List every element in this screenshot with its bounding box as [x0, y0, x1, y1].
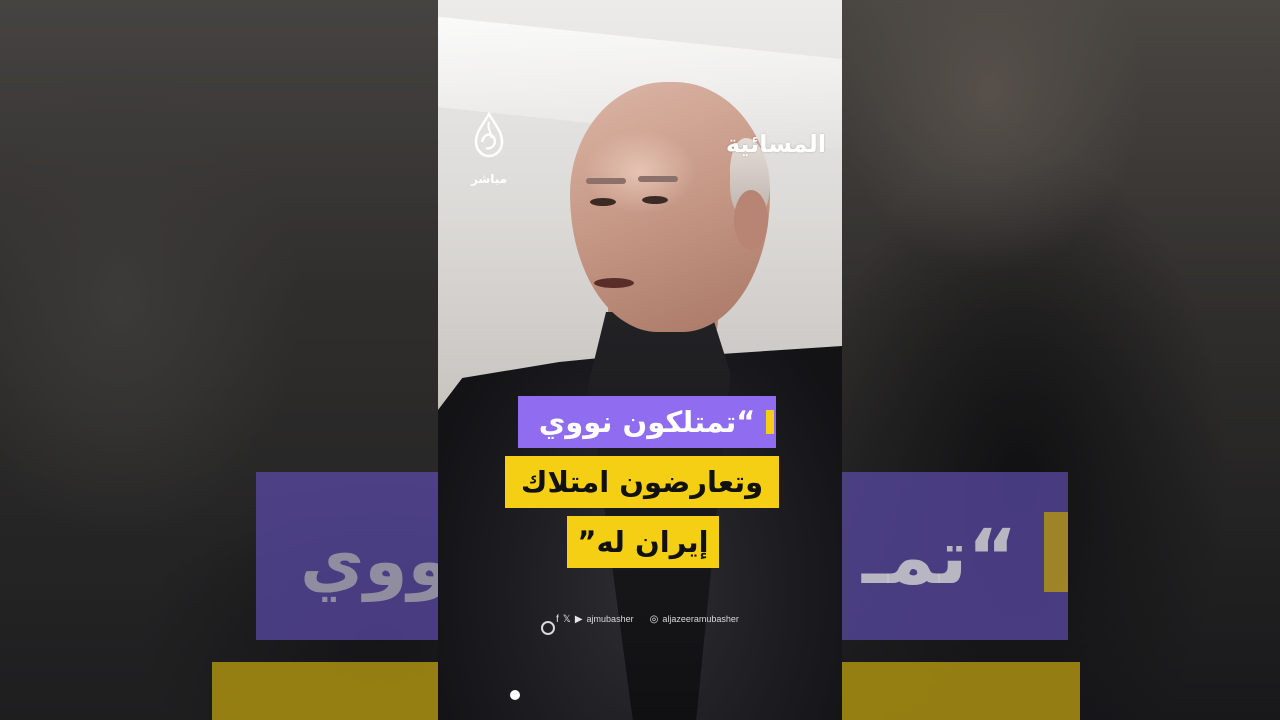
aljazeera-mubasher-logo: مباشر	[464, 111, 514, 196]
social-handle-1[interactable]: ajmubasher	[587, 614, 634, 624]
partner-logo: المسائية	[725, 130, 826, 158]
social-handle-2[interactable]: aljazeeramubasher	[662, 614, 739, 624]
overlay-dot-icon	[541, 621, 555, 635]
caption-line-1: “تمتلكون نووي	[518, 396, 776, 448]
aljazeera-drop-icon	[474, 111, 504, 158]
youtube-icon[interactable]: ▶	[575, 614, 583, 625]
x-icon[interactable]: 𝕏	[563, 614, 571, 625]
instagram-icon[interactable]: ◎	[650, 614, 659, 625]
caption-line-2: وتعارضون امتلاك	[505, 456, 779, 508]
caption-line-3: إيران له”	[567, 516, 719, 568]
caption-tick	[766, 410, 774, 434]
overlay-dot-icon-2	[510, 690, 520, 700]
speaker-mouth	[594, 278, 634, 288]
speaker-eye-left	[590, 198, 616, 206]
social-bar: f 𝕏 ▶ ajmubasher ◎ aljazeeramubasher	[556, 612, 739, 626]
aljazeera-logo-sub: مباشر	[470, 172, 508, 186]
facebook-icon[interactable]: f	[556, 614, 559, 625]
speaker-brow-right	[638, 176, 678, 182]
speaker-ear	[734, 190, 768, 250]
speaker-eye-right	[642, 196, 668, 204]
speaker-brow-left	[586, 178, 626, 184]
